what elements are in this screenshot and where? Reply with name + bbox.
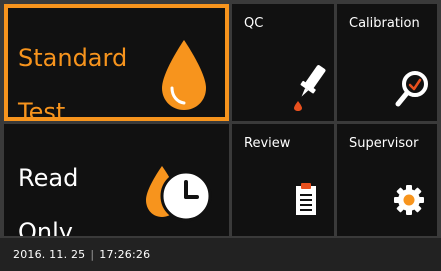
status-separator: | [90, 248, 95, 261]
review-label: Review [244, 136, 291, 151]
tile-qc[interactable]: QC [232, 4, 334, 121]
status-time: 17:26:26 [99, 248, 151, 261]
tile-calibration[interactable]: Calibration [337, 4, 437, 121]
datetime-display: 2016. 11. 25 | 17:26:26 [13, 248, 150, 261]
calibration-label: Calibration [349, 16, 420, 31]
read-only-line2: Only [18, 218, 73, 237]
status-date: 2016. 11. 25 [13, 248, 86, 261]
read-only-line1: Read [18, 164, 79, 192]
drop-clock-icon [146, 166, 212, 222]
status-bar: 2016. 11. 25 | 17:26:26 [0, 238, 441, 271]
tile-review[interactable]: Review [232, 124, 334, 236]
qc-label: QC [244, 16, 264, 31]
gear-icon [394, 185, 424, 215]
drop-icon [162, 40, 206, 110]
tile-read-only[interactable]: Read Only [4, 124, 229, 236]
dropper-icon [294, 65, 326, 111]
tile-standard-test[interactable]: Standard Test [4, 4, 229, 121]
clipboard-icon [296, 183, 316, 215]
read-only-label: Read Only [18, 138, 79, 237]
standard-test-line1: Standard [18, 44, 128, 72]
standard-test-label: Standard Test [18, 18, 128, 121]
supervisor-label: Supervisor [349, 136, 419, 151]
tile-supervisor[interactable]: Supervisor [337, 124, 437, 236]
magnifier-icon [395, 71, 428, 107]
standard-test-line2: Test [18, 98, 66, 121]
